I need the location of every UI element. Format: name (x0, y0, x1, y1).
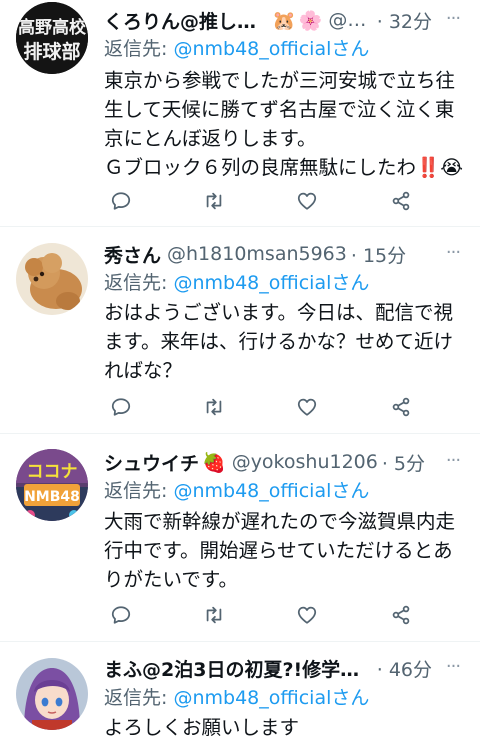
heart-icon (297, 606, 317, 624)
anime-girl-avatar-icon (16, 658, 88, 730)
avatar-banner-line2: NMB48 (24, 489, 80, 505)
tweet-actions (104, 186, 434, 216)
reply-button[interactable] (106, 600, 136, 630)
timestamp[interactable]: · 32分 (377, 7, 432, 34)
tweet[interactable]: ココナ NMB48 シュウイチ 🍓 @yokoshu1206 · 5分 ··· … (0, 434, 480, 641)
timestamp[interactable]: · 15分 (351, 241, 406, 268)
strawberry-emoji-icon: 🍓 (202, 451, 226, 474)
more-options-icon[interactable]: ··· (442, 244, 464, 268)
avatar-logo-line2: 排球部 (23, 40, 80, 63)
reply-icon (111, 192, 131, 210)
avatar-logo-line1: 高野高校 (18, 17, 87, 38)
tweet-text-line: 京にとんぼ返りします。 (104, 127, 317, 150)
tweet-text-line: ればな？ (104, 359, 183, 382)
tweet-text-line: おはようございます。今日は、配信で視 (104, 301, 454, 324)
avatar[interactable]: ココナ NMB48 (16, 449, 88, 521)
display-name[interactable]: くろりん@推し事中 (104, 7, 269, 34)
reply-prefix: 返信先: (104, 272, 174, 294)
hamster-emoji-icon: 🐹 (272, 9, 296, 32)
cherry-blossom-emoji-icon: 🌸 (298, 9, 323, 32)
tweet-text-segment: Ｇブロック６列の良席無駄にしたわ (104, 156, 417, 179)
reply-prefix: 返信先: (104, 38, 174, 60)
tweet-text: おはようございます。今日は、配信で視 ます。来年は、行けるかな？せめて近け れば… (104, 298, 466, 385)
like-button[interactable] (292, 186, 322, 216)
reply-button[interactable] (106, 186, 136, 216)
display-name[interactable]: まふ@2泊3日の初夏?!修学旅… (104, 655, 373, 682)
avatar-banner-line1: ココナ (27, 462, 78, 482)
retweet-icon (206, 398, 222, 416)
tweet-text-line: 生して天候に勝てず名古屋で泣く泣く東 (104, 98, 455, 121)
display-name[interactable]: シュウイチ (104, 449, 199, 476)
more-options-icon[interactable]: ··· (442, 658, 464, 682)
reply-prefix: 返信先: (104, 480, 174, 502)
tweet[interactable]: まふ@2泊3日の初夏?!修学旅… · 46分 ··· 返信先: @nmb48_o… (0, 642, 480, 748)
tweet-header: くろりん@推し事中 🐹 🌸 @9… · 32分 (104, 5, 432, 35)
reply-to-link[interactable]: @nmb48_officialさん (173, 38, 369, 60)
avatar[interactable] (16, 243, 88, 315)
tweet-header: 秀さん @h1810msan5963 · 15分 (104, 239, 432, 269)
reply-to-link[interactable]: @nmb48_officialさん (173, 272, 369, 294)
tweet-text-line: よろしくお願いします (104, 716, 300, 739)
share-icon (392, 605, 410, 625)
like-button[interactable] (292, 600, 322, 630)
tweet-text-line: Ｇブロック６列の良席無駄にしたわ‼️😭 (104, 153, 466, 182)
display-name[interactable]: 秀さん (104, 241, 161, 268)
tweet-text-line: 行中です。開始遅らせていただけるとあ (104, 539, 453, 562)
share-button[interactable] (386, 392, 416, 422)
tweet-text: 大雨で新幹線が遅れたので今滋賀県内走 行中です。開始遅らせていただけるとあ りが… (104, 507, 466, 594)
reply-context: 返信先: @nmb48_officialさん (104, 684, 369, 712)
avatar[interactable] (16, 658, 88, 730)
crying-face-emoji-icon: 😭 (440, 156, 464, 179)
reply-button[interactable] (106, 392, 136, 422)
share-icon (392, 397, 410, 417)
tweet-actions (104, 392, 434, 422)
heart-icon (297, 398, 317, 416)
like-button[interactable] (292, 392, 322, 422)
tweet-text: 東京から参戦でしたが三河安城で立ち往 生して天候に勝てず名古屋で泣く泣く東 京に… (104, 66, 466, 182)
reply-prefix: 返信先: (104, 687, 174, 709)
toy-poodle-photo-icon (16, 243, 88, 315)
share-icon (392, 191, 410, 211)
reply-context: 返信先: @nmb48_officialさん (104, 477, 369, 505)
user-handle[interactable]: @yokoshu1206 (232, 451, 378, 473)
tweet-text: よろしくお願いします (104, 713, 466, 742)
share-button[interactable] (386, 186, 416, 216)
user-handle[interactable]: @h1810msan5963 (167, 243, 347, 265)
nmb48-banner-photo-icon: ココナ NMB48 (16, 449, 88, 521)
retweet-icon (206, 192, 222, 210)
volleyball-club-logo-icon: 高野高校 排球部 (16, 2, 88, 74)
tweet[interactable]: 秀さん @h1810msan5963 · 15分 ··· 返信先: @nmb48… (0, 227, 480, 433)
reply-to-link[interactable]: @nmb48_officialさん (173, 687, 369, 709)
timestamp[interactable]: · 5分 (382, 449, 425, 476)
more-options-icon[interactable]: ··· (442, 452, 464, 476)
tweet-header: まふ@2泊3日の初夏?!修学旅… · 46分 (104, 653, 432, 683)
retweet-button[interactable] (199, 600, 229, 630)
user-handle[interactable]: @9… (328, 9, 376, 31)
tweet-actions (104, 600, 434, 630)
reply-icon (111, 398, 131, 416)
tweet-text-line: ます。来年は、行けるかな？せめて近け (104, 330, 454, 353)
tweet-text-line: りがたいです。 (104, 568, 238, 591)
reply-context: 返信先: @nmb48_officialさん (104, 35, 369, 63)
avatar[interactable]: 高野高校 排球部 (16, 2, 88, 74)
tweet-header: シュウイチ 🍓 @yokoshu1206 · 5分 (104, 447, 432, 477)
double-exclamation-emoji-icon: ‼️ (416, 156, 441, 179)
reply-icon (111, 606, 131, 624)
reply-to-link[interactable]: @nmb48_officialさん (173, 480, 369, 502)
tweet-text-line: 東京から参戦でしたが三河安城で立ち往 (104, 69, 456, 92)
heart-icon (297, 192, 317, 210)
reply-context: 返信先: @nmb48_officialさん (104, 269, 369, 297)
timestamp[interactable]: · 46分 (377, 655, 432, 682)
share-button[interactable] (386, 600, 416, 630)
tweet-text-line: 大雨で新幹線が遅れたので今滋賀県内走 (104, 510, 456, 533)
tweet[interactable]: 高野高校 排球部 くろりん@推し事中 🐹 🌸 @9… · 32分 ··· 返信先… (0, 0, 480, 225)
retweet-icon (206, 606, 222, 624)
retweet-button[interactable] (199, 392, 229, 422)
more-options-icon[interactable]: ··· (442, 10, 464, 34)
retweet-button[interactable] (199, 186, 229, 216)
